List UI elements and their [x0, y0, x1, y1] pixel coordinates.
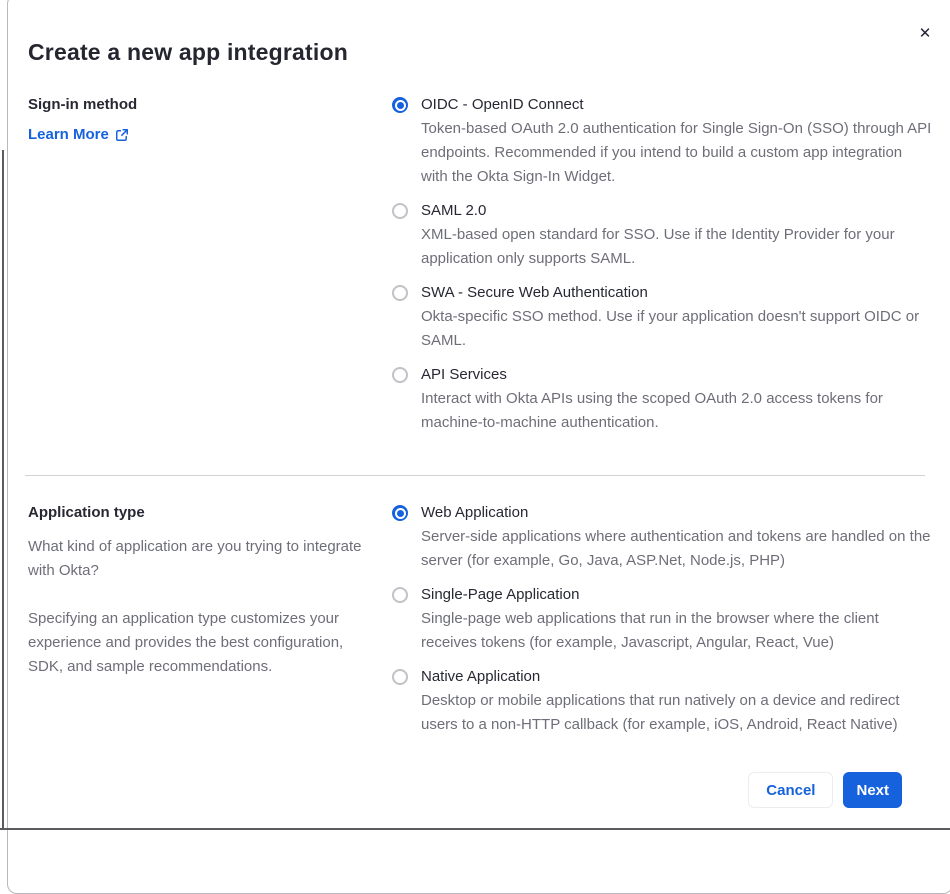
- signin-method-options: OIDC - OpenID Connect Token-based OAuth …: [392, 93, 932, 445]
- option-web-application-label[interactable]: Web Application: [421, 501, 932, 525]
- option-text: OIDC - OpenID Connect Token-based OAuth …: [421, 93, 932, 189]
- radio-web-application[interactable]: [392, 505, 408, 521]
- option-text: SWA - Secure Web Authentication Okta-spe…: [421, 281, 932, 353]
- signin-method-section: Sign-in method Learn More OIDC - OpenID …: [28, 93, 932, 445]
- application-type-heading: Application type: [28, 504, 145, 521]
- learn-more-link[interactable]: Learn More: [28, 126, 129, 143]
- cancel-button[interactable]: Cancel: [748, 772, 834, 808]
- option-api-services-description: Interact with Okta APIs using the scoped…: [421, 390, 883, 431]
- radio-native-application[interactable]: [392, 669, 408, 685]
- close-button[interactable]: ✕: [914, 22, 936, 44]
- option-native-application-label[interactable]: Native Application: [421, 665, 932, 689]
- radio-api-services[interactable]: [392, 367, 408, 383]
- radio-swa[interactable]: [392, 285, 408, 301]
- learn-more-label: Learn More: [28, 126, 109, 143]
- option-text: Single-Page Application Single-page web …: [421, 583, 932, 655]
- application-type-left-column: Application type What kind of applicatio…: [28, 501, 368, 747]
- option-oidc: OIDC - OpenID Connect Token-based OAuth …: [392, 93, 932, 189]
- next-button[interactable]: Next: [843, 772, 902, 808]
- dialog-title: Create a new app integration: [28, 39, 348, 65]
- option-oidc-description: Token-based OAuth 2.0 authentication for…: [421, 120, 932, 185]
- option-text: SAML 2.0 XML-based open standard for SSO…: [421, 199, 932, 271]
- option-spa-label[interactable]: Single-Page Application: [421, 583, 932, 607]
- create-app-integration-dialog: Create a new app integration ✕ Sign-in m…: [7, 0, 950, 894]
- radio-saml[interactable]: [392, 203, 408, 219]
- external-link-icon: [115, 128, 129, 142]
- application-type-paragraph-1: What kind of application are you trying …: [28, 538, 362, 579]
- option-saml-label[interactable]: SAML 2.0: [421, 199, 932, 223]
- option-web-application-description: Server-side applications where authentic…: [421, 528, 931, 569]
- signin-method-heading: Sign-in method: [28, 96, 138, 113]
- option-saml-description: XML-based open standard for SSO. Use if …: [421, 226, 895, 267]
- option-swa-label[interactable]: SWA - Secure Web Authentication: [421, 281, 932, 305]
- option-spa-description: Single-page web applications that run in…: [421, 610, 879, 651]
- option-native-application-description: Desktop or mobile applications that run …: [421, 692, 900, 733]
- option-native-application: Native Application Desktop or mobile app…: [392, 665, 932, 737]
- signin-method-left-column: Sign-in method Learn More: [28, 93, 368, 445]
- application-type-section: Application type What kind of applicatio…: [28, 501, 932, 747]
- option-api-services-label[interactable]: API Services: [421, 363, 932, 387]
- application-type-options: Web Application Server-side applications…: [392, 501, 932, 747]
- option-spa: Single-Page Application Single-page web …: [392, 583, 932, 655]
- option-text: API Services Interact with Okta APIs usi…: [421, 363, 932, 435]
- section-divider: [25, 475, 925, 476]
- option-api-services: API Services Interact with Okta APIs usi…: [392, 363, 932, 435]
- radio-oidc[interactable]: [392, 97, 408, 113]
- option-text: Web Application Server-side applications…: [421, 501, 932, 573]
- option-swa: SWA - Secure Web Authentication Okta-spe…: [392, 281, 932, 353]
- radio-spa[interactable]: [392, 587, 408, 603]
- radio-dot: [394, 99, 406, 111]
- window-edge-left: [2, 150, 4, 830]
- option-oidc-label[interactable]: OIDC - OpenID Connect: [421, 93, 932, 117]
- close-icon: ✕: [918, 24, 932, 42]
- application-type-paragraph-2: Specifying an application type customize…: [28, 610, 344, 675]
- option-swa-description: Okta-specific SSO method. Use if your ap…: [421, 308, 920, 349]
- radio-dot: [394, 507, 406, 519]
- dialog-footer: Cancel Next: [28, 772, 932, 808]
- option-saml: SAML 2.0 XML-based open standard for SSO…: [392, 199, 932, 271]
- option-web-application: Web Application Server-side applications…: [392, 501, 932, 573]
- option-text: Native Application Desktop or mobile app…: [421, 665, 932, 737]
